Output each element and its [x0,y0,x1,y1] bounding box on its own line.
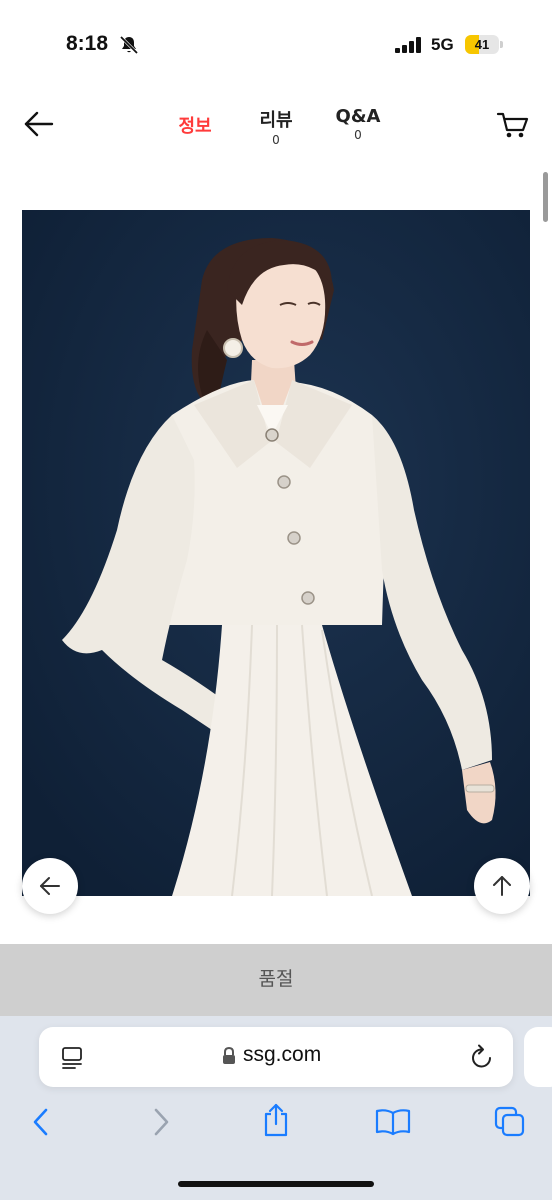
status-time: 8:18 [66,32,109,55]
status-bar: 8:18 5G 41 [0,0,552,90]
back-button[interactable] [22,110,56,138]
tab-qna-label: Q&A [335,106,381,127]
scroll-top-button[interactable] [474,858,530,914]
bookmarks-icon[interactable] [375,1108,411,1140]
tabs-icon[interactable] [494,1106,526,1142]
tab-qna-count: 0 [354,128,362,142]
reader-icon[interactable] [61,1047,85,1069]
cart-button[interactable] [496,110,530,140]
url-text[interactable]: ssg.com [243,1043,321,1067]
cart-icon [496,112,529,138]
tab-review[interactable]: 리뷰 0 [250,106,302,147]
arrow-up-icon [493,876,511,896]
arrow-left-icon [24,111,54,137]
signal-icon [395,37,423,53]
arrow-left-icon [40,877,60,895]
tab-info[interactable]: 정보 [172,112,218,138]
next-tab-peek[interactable] [524,1027,552,1087]
tab-review-count: 0 [272,133,280,147]
battery-icon: 41 [465,35,503,54]
browser-toolbar: ssg.com [0,1016,552,1200]
bell-slash-icon [118,34,140,56]
soldout-button[interactable]: 품절 [0,944,552,1016]
share-icon[interactable] [262,1102,290,1142]
network-label: 5G [431,35,454,54]
product-image [22,210,530,896]
scroll-indicator[interactable] [543,172,548,222]
address-bar[interactable]: ssg.com [39,1027,513,1087]
product-header: 정보 리뷰 0 Q&A 0 [0,90,552,170]
tab-info-label: 정보 [178,116,212,137]
home-indicator[interactable] [178,1181,374,1187]
tab-qna[interactable]: Q&A 0 [330,106,386,142]
lock-icon [222,1046,236,1065]
reload-icon[interactable] [470,1044,494,1070]
tab-review-label: 리뷰 [259,110,293,131]
back-chevron-icon[interactable] [30,1106,52,1142]
product-photo-icon [22,210,530,896]
battery-level: 41 [474,37,490,52]
image-prev-button[interactable] [22,858,78,914]
forward-chevron-icon[interactable] [150,1106,172,1142]
